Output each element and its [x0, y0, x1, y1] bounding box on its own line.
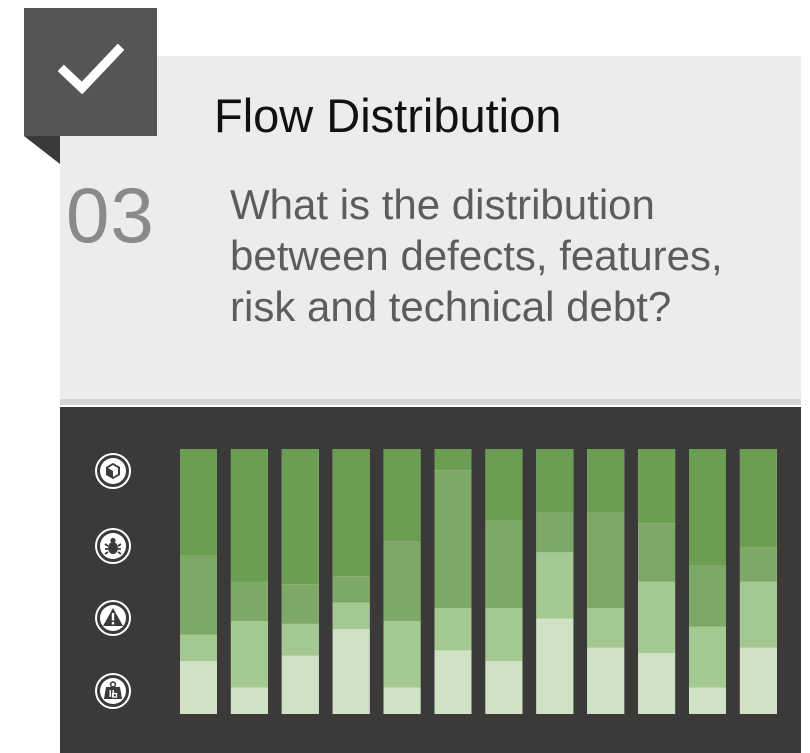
bar-10-segment-1 — [638, 653, 676, 714]
bar-7-segment-1 — [485, 661, 523, 714]
bar-8-segment-3 — [536, 512, 574, 553]
bar-5-segment-1 — [383, 687, 421, 714]
bar-9-segment-2 — [587, 608, 625, 648]
bar-8-segment-4 — [536, 449, 574, 513]
bar-5-segment-2 — [383, 621, 421, 688]
bar-5-segment-3 — [383, 541, 421, 622]
bar-3-segment-2 — [281, 623, 319, 656]
bar-6-segment-4 — [434, 449, 472, 471]
bar-8-segment-2 — [536, 552, 574, 619]
bar-7-segment-4 — [485, 449, 523, 521]
bar-11-segment-3 — [689, 565, 726, 627]
bar-2-segment-4 — [230, 449, 268, 582]
bar-1-segment-1 — [180, 661, 217, 714]
bar-12-segment-4 — [739, 449, 777, 548]
bar-2-segment-2 — [230, 621, 268, 688]
bar-10-segment-3 — [638, 523, 676, 582]
bar-3-segment-4 — [281, 449, 319, 585]
bar-7-segment-3 — [485, 520, 523, 608]
bar-6-segment-3 — [434, 470, 472, 608]
bar-11-segment-4 — [689, 449, 726, 566]
bar-9-segment-4 — [587, 449, 625, 513]
bar-3-segment-1 — [281, 655, 319, 714]
bar-5-segment-4 — [383, 449, 421, 542]
bar-1-segment-3 — [180, 555, 217, 635]
bar-12-segment-2 — [739, 581, 777, 648]
bar-1-segment-2 — [180, 634, 217, 661]
bar-6-segment-2 — [434, 608, 472, 651]
bar-4-segment-3 — [332, 576, 370, 603]
bar-9-segment-3 — [587, 512, 625, 608]
bar-11-segment-1 — [689, 687, 726, 714]
bar-10-segment-4 — [638, 449, 676, 524]
bar-4-segment-2 — [332, 602, 370, 630]
bar-2-segment-1 — [230, 687, 268, 714]
bar-4-segment-4 — [332, 449, 370, 577]
bar-12-segment-3 — [739, 547, 777, 582]
bar-10-segment-2 — [638, 581, 676, 654]
bar-8-segment-1 — [536, 618, 574, 714]
bar-11-segment-2 — [689, 626, 726, 688]
bar-3-segment-3 — [281, 584, 319, 624]
bar-6-segment-1 — [434, 650, 472, 714]
bar-9-segment-1 — [587, 647, 625, 714]
flow-distribution-chart — [180, 449, 777, 714]
bar-1-segment-4 — [180, 449, 217, 555]
bar-2-segment-3 — [230, 581, 268, 622]
bar-7-segment-2 — [485, 608, 523, 661]
bar-12-segment-1 — [739, 647, 777, 714]
bar-4-segment-1 — [332, 629, 370, 714]
